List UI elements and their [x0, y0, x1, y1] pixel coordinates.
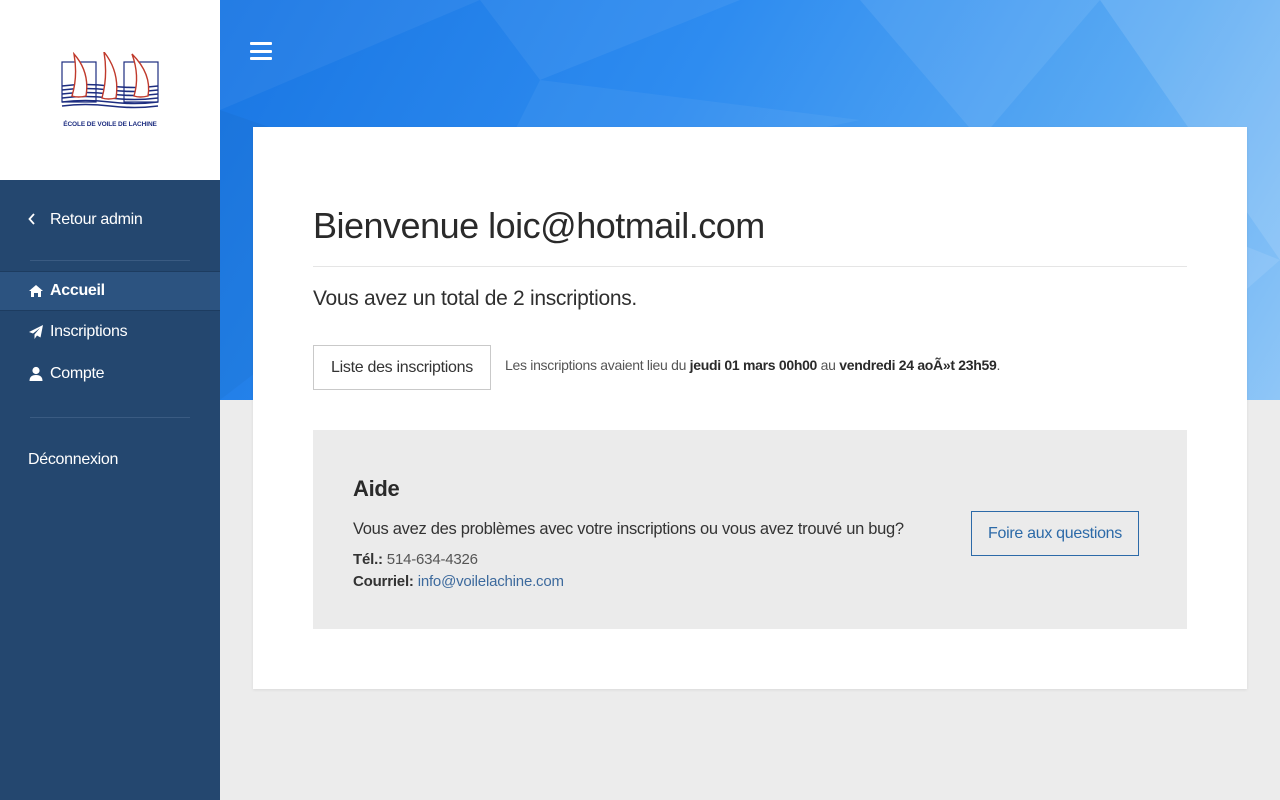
dates-suffix: .	[996, 357, 1001, 373]
logout-label: Déconnexion	[28, 451, 119, 468]
help-text: Vous avez des problèmes avec votre inscr…	[353, 520, 904, 538]
sidebar-item-compte[interactable]: Compte	[0, 353, 220, 395]
dates-prefix: Les inscriptions avaient lieu du	[505, 357, 690, 373]
home-icon	[28, 283, 44, 299]
logout-link[interactable]: Déconnexion	[0, 440, 220, 480]
sidebar-item-accueil[interactable]: Accueil	[0, 271, 220, 311]
welcome-card: Bienvenue loic@hotmail.com Vous avez un …	[253, 127, 1247, 689]
help-panel: Aide Vous avez des problèmes avec votre …	[313, 430, 1187, 629]
sidebar: ÉCOLE DE VOILE DE LACHINE Retour admin A…	[0, 0, 220, 800]
faq-button[interactable]: Foire aux questions	[971, 511, 1139, 556]
logo-area: ÉCOLE DE VOILE DE LACHINE	[0, 0, 220, 180]
dates-middle: au	[817, 357, 840, 373]
dates-end: vendredi 24 aoÃ»t 23h59	[839, 357, 997, 373]
email-label: Courriel:	[353, 573, 414, 590]
help-title: Aide	[353, 476, 400, 501]
sidebar-divider	[30, 417, 190, 418]
logo-text: ÉCOLE DE VOILE DE LACHINE	[63, 121, 157, 128]
sidebar-divider	[30, 260, 190, 261]
title-divider	[313, 266, 1187, 267]
inscriptions-total: Vous avez un total de 2 inscriptions.	[313, 287, 637, 310]
school-logo[interactable]: ÉCOLE DE VOILE DE LACHINE	[60, 52, 160, 128]
sidebar-item-label: Inscriptions	[50, 323, 128, 340]
sidebar-item-label: Compte	[50, 365, 105, 382]
page-title: Bienvenue loic@hotmail.com	[313, 205, 765, 246]
back-to-admin-link[interactable]: Retour admin	[0, 180, 220, 260]
menu-toggle-icon[interactable]	[250, 42, 272, 60]
paper-plane-icon	[28, 324, 44, 340]
chevron-left-icon	[28, 212, 42, 228]
phone-value: 514-634-4326	[382, 551, 478, 568]
user-icon	[28, 366, 44, 382]
registration-period: Les inscriptions avaient lieu du jeudi 0…	[505, 357, 1000, 373]
phone-label: Tél.:	[353, 551, 383, 568]
dates-start: jeudi 01 mars 00h00	[689, 357, 818, 373]
back-to-admin-label: Retour admin	[50, 211, 143, 228]
list-inscriptions-button[interactable]: Liste des inscriptions	[313, 345, 491, 390]
help-phone: Tél.: 514-634-4326	[353, 551, 478, 568]
sidebar-item-label: Accueil	[50, 282, 105, 299]
sidebar-item-inscriptions[interactable]: Inscriptions	[0, 311, 220, 353]
email-link[interactable]: info@voilelachine.com	[418, 573, 564, 590]
help-email: Courriel: info@voilelachine.com	[353, 573, 564, 590]
